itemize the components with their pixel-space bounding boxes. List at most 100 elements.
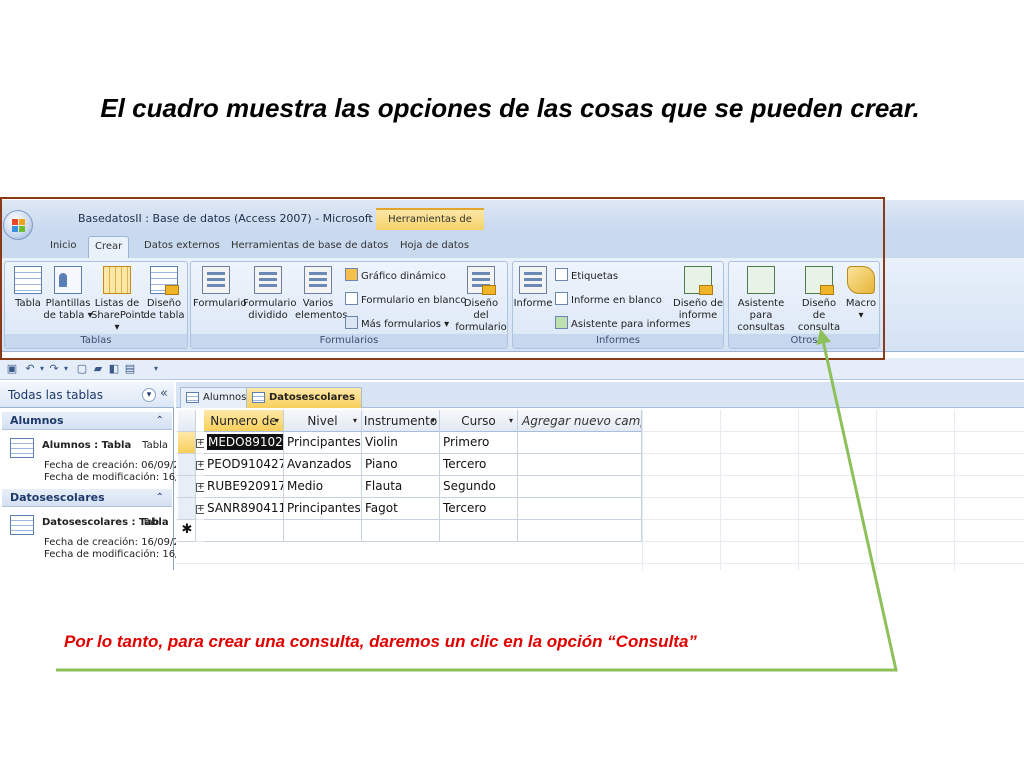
row-selector[interactable] xyxy=(178,476,196,498)
dropdown-arrow-icon[interactable]: ▾ xyxy=(431,410,435,431)
office-button[interactable] xyxy=(3,210,33,240)
print-preview-icon[interactable]: ◧ xyxy=(108,363,120,375)
print-icon[interactable]: ▤ xyxy=(124,363,136,375)
row-selector[interactable] xyxy=(178,454,196,476)
macro-button[interactable]: Macro ▾ xyxy=(843,266,879,322)
column-header-numero[interactable]: Numero de ▾ xyxy=(204,410,284,432)
diseno-consulta-button[interactable]: Diseño de consulta xyxy=(795,266,843,334)
informe-en-blanco-button[interactable]: Informe en blanco xyxy=(555,292,662,308)
table-cell[interactable]: Principantes xyxy=(284,498,362,520)
varios-elementos-label: Varios elementos xyxy=(295,298,348,321)
group-informes: Informe Etiquetas Informe en blanco Asis… xyxy=(512,261,724,349)
nav-item-datosescolares[interactable]: Datosescolares : Tabla Tabla Fecha de cr… xyxy=(2,509,196,561)
tab-hoja-de-datos[interactable]: Hoja de datos xyxy=(394,236,475,258)
table-cell[interactable]: Tercero xyxy=(440,454,518,476)
customize-qat-icon[interactable]: ▾ xyxy=(150,363,162,375)
table-cell[interactable] xyxy=(440,520,518,542)
plantillas-tabla-button[interactable]: Plantillas de tabla ▾ xyxy=(43,266,93,322)
ribbon: Tabla Plantillas de tabla ▾ Listas de Sh… xyxy=(0,258,1024,352)
table-cell[interactable]: RUBE920917YE xyxy=(204,476,284,498)
tab-herramientas-base-datos[interactable]: Herramientas de base de datos xyxy=(225,236,394,258)
macro-label: Macro ▾ xyxy=(845,298,877,321)
labels-icon xyxy=(555,268,568,281)
tab-inicio[interactable]: Inicio xyxy=(44,236,82,258)
window-title: BasedatosII : Base de datos (Access 2007… xyxy=(78,212,414,225)
nav-pane-header[interactable]: Todas las tablas ▾ « xyxy=(0,382,174,408)
cell-value: MEDO891022K xyxy=(207,434,283,450)
grafico-dinamico-button[interactable]: Gráfico dinámico xyxy=(345,268,446,284)
diseno-informe-button[interactable]: Diseño de informe xyxy=(673,266,723,322)
listas-sharepoint-button[interactable]: Listas de SharePoint ▾ xyxy=(91,266,145,334)
table-cell[interactable]: PEOD910427RC xyxy=(204,454,284,476)
group-label-formularios: Formularios xyxy=(191,334,507,348)
nav-item-alumnos[interactable]: Alumnos : Tabla Tabla Fecha de creación:… xyxy=(2,432,196,484)
asistente-informes-button[interactable]: Asistente para informes xyxy=(555,316,690,332)
table-cell[interactable] xyxy=(518,476,642,498)
table-cell[interactable]: Tercero xyxy=(440,498,518,520)
table-cell[interactable]: Fagot xyxy=(362,498,440,520)
doc-tab-alumnos[interactable]: Alumnos xyxy=(180,387,254,408)
nav-dropdown-icon[interactable]: ▾ xyxy=(142,388,156,402)
table-cell[interactable] xyxy=(518,520,642,542)
open-folder-icon[interactable]: ▰ xyxy=(92,363,104,375)
table-cell[interactable] xyxy=(284,520,362,542)
new-document-icon[interactable]: ▢ xyxy=(76,363,88,375)
etiquetas-button[interactable]: Etiquetas xyxy=(555,268,618,284)
informe-button[interactable]: Informe xyxy=(513,266,553,310)
group-tablas: Tabla Plantillas de tabla ▾ Listas de Sh… xyxy=(4,261,188,349)
formulario-en-blanco-button[interactable]: Formulario en blanco xyxy=(345,292,467,308)
dropdown-arrow-icon[interactable]: ▾ xyxy=(509,410,513,431)
select-all-corner[interactable] xyxy=(178,410,196,432)
tab-datos-externos[interactable]: Datos externos xyxy=(138,236,226,258)
dropdown-arrow-icon[interactable]: ▾ xyxy=(353,410,357,431)
asistente-consultas-button[interactable]: Asistente para consultas xyxy=(729,266,793,334)
table-template-icon xyxy=(54,266,82,294)
row-selector[interactable] xyxy=(178,498,196,520)
diseno-formulario-label: Diseño del formulario xyxy=(455,298,507,333)
column-header-instrumento[interactable]: Instrumento ▾ xyxy=(362,410,440,432)
dropdown-arrow-icon[interactable]: ▾ xyxy=(275,410,279,431)
redo-icon[interactable]: ↷ xyxy=(48,363,60,375)
table-cell[interactable] xyxy=(518,432,642,454)
tab-crear[interactable]: Crear xyxy=(88,236,130,258)
table-cell[interactable]: Violin xyxy=(362,432,440,454)
grafico-dinamico-label: Gráfico dinámico xyxy=(361,271,446,282)
mas-formularios-button[interactable]: Más formularios ▾ xyxy=(345,316,449,332)
table-cell[interactable]: Avanzados xyxy=(284,454,362,476)
row-selector[interactable] xyxy=(178,432,196,454)
undo-icon[interactable]: ↶ xyxy=(24,363,36,375)
column-header-agregar-campo[interactable]: Agregar nuevo campo xyxy=(518,410,642,432)
formulario-label: Formulario xyxy=(193,298,247,309)
table-icon xyxy=(14,266,42,294)
column-header-curso[interactable]: Curso ▾ xyxy=(440,410,518,432)
table-cell[interactable]: MEDO891022K xyxy=(204,432,284,454)
diseno-tabla-button[interactable]: Diseño de tabla xyxy=(141,266,187,322)
table-cell[interactable] xyxy=(518,498,642,520)
table-cell[interactable] xyxy=(204,520,284,542)
slide-caption: Por lo tanto, para crear una consulta, d… xyxy=(64,632,697,651)
formulario-button[interactable]: Formulario xyxy=(193,266,246,310)
column-header-nivel[interactable]: Nivel ▾ xyxy=(284,410,362,432)
nav-group-alumnos[interactable]: Alumnos ⌃ xyxy=(2,412,172,430)
collapse-pane-icon[interactable]: « xyxy=(160,386,168,402)
diseno-formulario-button[interactable]: Diseño del formulario xyxy=(455,266,507,334)
table-cell[interactable]: Principantes xyxy=(284,432,362,454)
save-icon[interactable]: ▣ xyxy=(6,363,18,375)
table-cell[interactable]: Primero xyxy=(440,432,518,454)
redo-dropdown-icon[interactable]: ▾ xyxy=(60,363,72,375)
table-cell[interactable] xyxy=(362,520,440,542)
more-forms-icon xyxy=(345,316,358,329)
undo-dropdown-icon[interactable]: ▾ xyxy=(36,363,48,375)
table-cell[interactable]: Piano xyxy=(362,454,440,476)
varios-elementos-button[interactable]: Varios elementos xyxy=(295,266,348,322)
table-cell[interactable]: Medio xyxy=(284,476,362,498)
table-cell[interactable]: SANR890411PE xyxy=(204,498,284,520)
table-cell[interactable]: Segundo xyxy=(440,476,518,498)
table-cell[interactable]: Flauta xyxy=(362,476,440,498)
doc-tab-datosescolares[interactable]: Datosescolares xyxy=(246,387,363,408)
table-cell[interactable] xyxy=(518,454,642,476)
nav-item-alumnos-modified: Fecha de modificación: 16/... xyxy=(44,472,188,483)
formulario-dividido-button[interactable]: Formulario dividido xyxy=(243,266,296,322)
nav-item-alumnos-created: Fecha de creación: 06/09/20... xyxy=(44,460,196,471)
nav-group-datosescolares[interactable]: Datosescolares ⌃ xyxy=(2,489,172,507)
